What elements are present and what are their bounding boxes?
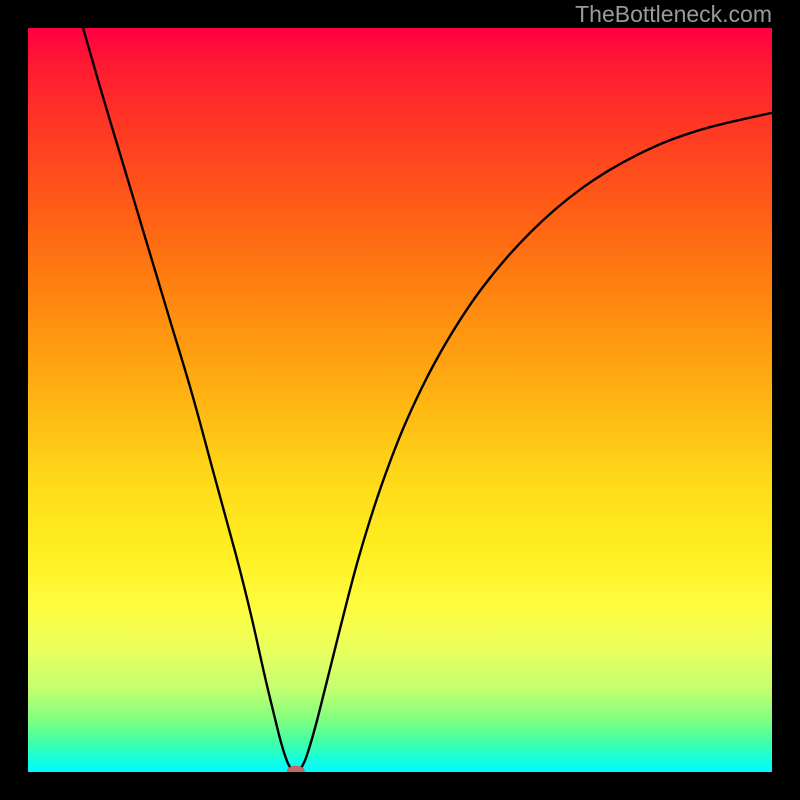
chart-curve-layer	[28, 28, 772, 772]
chart-outer-frame: TheBottleneck.com	[0, 0, 800, 800]
watermark-text: TheBottleneck.com	[575, 0, 772, 28]
chart-plot-area	[28, 28, 772, 772]
bottleneck-curve	[83, 28, 772, 772]
